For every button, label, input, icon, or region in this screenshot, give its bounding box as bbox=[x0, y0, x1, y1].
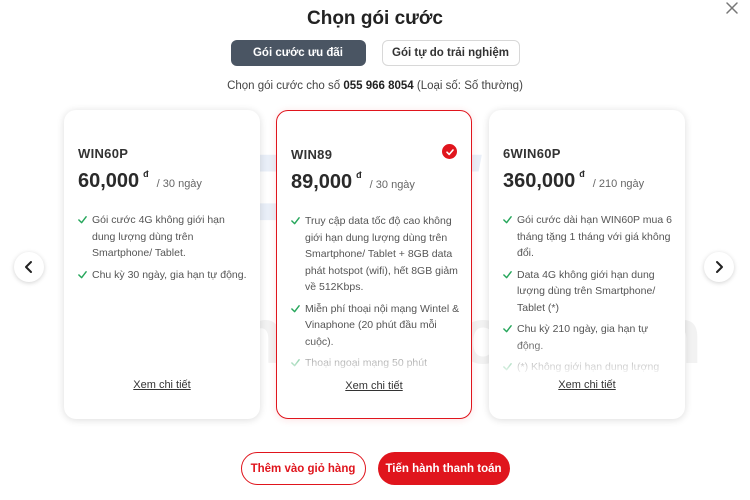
carousel-next-button[interactable] bbox=[704, 252, 734, 282]
modal-title: Chọn gói cước bbox=[307, 8, 443, 29]
plan-name: WIN60P bbox=[78, 146, 129, 161]
carousel-prev-button[interactable] bbox=[14, 252, 44, 282]
check-circle-icon bbox=[442, 144, 457, 159]
price-currency: đ bbox=[143, 169, 149, 179]
feature-text: Thoại ngoại mạng 50 phút bbox=[305, 357, 428, 369]
action-bar: Thêm vào giỏ hàng Tiến hành thanh toán bbox=[0, 452, 750, 485]
check-icon bbox=[291, 356, 305, 373]
view-details-link[interactable]: Xem chi tiết bbox=[64, 379, 260, 391]
feature-text: Miễn phí thoại nội mạng Wintel & Vinapho… bbox=[305, 302, 460, 348]
tab-promo-plans[interactable]: Gói cước ưu đãi bbox=[230, 40, 366, 66]
plan-tabs: Gói cước ưu đãi Gói tự do trải nghiệm bbox=[0, 40, 750, 66]
phone-number: 055 966 8054 bbox=[343, 80, 414, 92]
feature-item: Thoại ngoại mạng 50 phút bbox=[291, 355, 463, 373]
price-currency: đ bbox=[579, 169, 585, 179]
feature-text: Gói cước 4G không giới hạn dung lượng dù… bbox=[92, 214, 225, 259]
feature-list: Gói cước 4G không giới hạn dung lượng dù… bbox=[78, 212, 250, 380]
number-type: (Loại số: Số thường) bbox=[416, 80, 523, 92]
feature-item: Miễn phí thoại nội mạng Wintel & Vinapho… bbox=[291, 301, 463, 351]
feature-item: Truy cập data tốc độ cao không giới hạn … bbox=[291, 213, 463, 296]
plan-price: 360,000 đ / 210 ngày bbox=[503, 169, 645, 193]
feature-text: Data 4G không giới hạn dung lượng dùng t… bbox=[517, 268, 656, 314]
check-icon bbox=[503, 213, 517, 262]
check-icon bbox=[78, 268, 92, 285]
feature-text: Gói cước dài hạn WIN60P mua 6 tháng tặng… bbox=[517, 214, 672, 259]
checkout-button[interactable]: Tiến hành thanh toán bbox=[377, 452, 510, 485]
feature-text: Chu kỳ 210 ngày, gia hạn tự động. bbox=[517, 323, 649, 352]
feature-text: Truy cập data tốc độ cao không giới hạn … bbox=[305, 215, 458, 293]
feature-text: Chu kỳ 30 ngày, gia hạn tự động. bbox=[92, 268, 247, 281]
tab-free-trial-plans[interactable]: Gói tự do trải nghiệm bbox=[381, 40, 520, 66]
check-icon bbox=[291, 214, 305, 296]
price-period: / 30 ngày bbox=[156, 178, 202, 190]
plan-selection-modal: Chọn gói cước Gói cước ưu đãi Gói tự do … bbox=[0, 0, 750, 500]
check-icon bbox=[503, 322, 517, 354]
check-icon bbox=[78, 213, 92, 262]
plan-name: WIN89 bbox=[291, 147, 333, 162]
add-to-cart-button[interactable]: Thêm vào giỏ hàng bbox=[240, 452, 366, 485]
phone-number-info: Chọn gói cước cho số 055 966 8054 (Loại … bbox=[0, 80, 750, 92]
subtitle-prefix: Chọn gói cước cho số bbox=[227, 80, 341, 92]
plan-card-win60p[interactable]: WIN60P 60,000 đ / 30 ngày Gói cước 4G kh… bbox=[64, 110, 260, 419]
plan-card-win89[interactable]: WIN89 89,000 đ / 30 ngày Truy cập data t… bbox=[276, 110, 472, 419]
feature-item: Gói cước dài hạn WIN60P mua 6 tháng tặng… bbox=[503, 212, 675, 262]
check-icon bbox=[503, 360, 517, 380]
feature-list: Gói cước dài hạn WIN60P mua 6 tháng tặng… bbox=[503, 212, 675, 380]
feature-item: (*) Không giới hạn dung lượng tốc độ cao… bbox=[503, 359, 675, 380]
price-currency: đ bbox=[356, 170, 362, 180]
plan-price: 60,000 đ / 30 ngày bbox=[78, 169, 202, 193]
view-details-link[interactable]: Xem chi tiết bbox=[277, 380, 471, 392]
feature-item: Data 4G không giới hạn dung lượng dùng t… bbox=[503, 267, 675, 317]
price-period: / 30 ngày bbox=[369, 179, 415, 191]
chevron-right-icon bbox=[716, 261, 723, 273]
feature-item: Chu kỳ 30 ngày, gia hạn tự động. bbox=[78, 267, 250, 285]
price-value: 360,000 bbox=[503, 170, 576, 192]
plan-name: 6WIN60P bbox=[503, 146, 561, 161]
check-icon bbox=[503, 268, 517, 317]
feature-list: Truy cập data tốc độ cao không giới hạn … bbox=[291, 213, 463, 381]
price-period: / 210 ngày bbox=[592, 178, 645, 190]
view-details-link[interactable]: Xem chi tiết bbox=[489, 379, 685, 391]
plan-price: 89,000 đ / 30 ngày bbox=[291, 170, 415, 194]
check-icon bbox=[291, 302, 305, 351]
chevron-left-icon bbox=[25, 261, 32, 273]
feature-item: Gói cước 4G không giới hạn dung lượng dù… bbox=[78, 212, 250, 262]
feature-item: Chu kỳ 210 ngày, gia hạn tự động. bbox=[503, 321, 675, 354]
feature-text: (*) Không giới hạn dung lượng tốc độ cao… bbox=[517, 361, 660, 380]
price-value: 89,000 bbox=[291, 171, 353, 193]
price-value: 60,000 bbox=[78, 170, 140, 192]
plan-card-6win60p[interactable]: 6WIN60P 360,000 đ / 210 ngày Gói cước dà… bbox=[489, 110, 685, 419]
